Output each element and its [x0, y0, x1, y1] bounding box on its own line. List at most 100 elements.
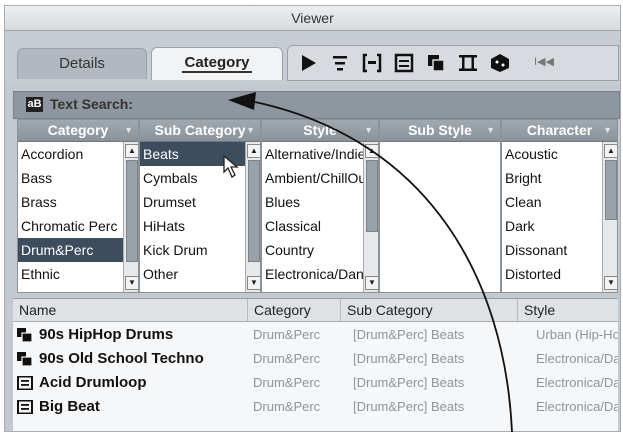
subcategory-column: Sub Category ▼ Beats Cymbals Drumset HiHa… — [139, 119, 261, 293]
scroll-up-icon[interactable]: ▲ — [365, 144, 378, 158]
table-row[interactable]: 90s HipHop Drums Drum&Perc [Drum&Perc] B… — [13, 323, 618, 347]
row-style: Urban (Hip-Hop) — [536, 327, 618, 342]
style-scrollbar[interactable]: ▲ ▼ — [363, 142, 378, 292]
row-style: Electronica/Dance — [536, 375, 618, 390]
scroll-thumb[interactable] — [605, 160, 617, 220]
list-item[interactable]: Brass — [18, 190, 124, 214]
bracket-icon[interactable] — [360, 51, 384, 75]
row-category: Drum&Perc — [253, 327, 321, 342]
list-item[interactable]: Accordion — [18, 142, 124, 166]
subcategory-scrollbar[interactable]: ▲ ▼ — [245, 142, 260, 292]
list-item-selected[interactable]: Drum&Perc — [18, 238, 124, 262]
style-header-label: Style — [303, 122, 337, 138]
column-icon[interactable] — [456, 51, 480, 75]
copy-icon[interactable] — [424, 51, 448, 75]
character-scrollbar[interactable]: ▲ ▼ — [602, 142, 617, 292]
row-category: Drum&Perc — [253, 351, 321, 366]
subcategory-column-header[interactable]: Sub Category ▼ — [140, 120, 260, 142]
list-item[interactable]: Chromatic Perc — [18, 214, 124, 238]
scroll-up-icon[interactable]: ▲ — [125, 144, 138, 158]
row-name: Acid Drumloop — [39, 374, 147, 391]
rewind-icon[interactable]: I◀◀ — [534, 55, 554, 68]
table-row[interactable]: Big Beat Drum&Perc [Drum&Perc] Beats Ele… — [13, 395, 618, 419]
scroll-down-icon[interactable]: ▼ — [365, 276, 378, 290]
category-header-label: Category — [47, 122, 109, 138]
row-subcategory: [Drum&Perc] Beats — [353, 351, 465, 366]
list-icon[interactable] — [392, 51, 416, 75]
results-header: Name Category Sub Category Style — [13, 299, 618, 322]
list-item[interactable]: Acoustic — [502, 142, 603, 166]
list-item[interactable]: Alternative/Indie — [262, 142, 364, 166]
scroll-thumb[interactable] — [248, 160, 260, 262]
list-item[interactable]: Classical — [262, 214, 364, 238]
list-item[interactable]: Electronica/Dance — [262, 262, 364, 286]
tab-category[interactable]: Category — [151, 47, 283, 80]
col-header-category[interactable]: Category — [248, 299, 341, 321]
text-search-bar[interactable]: aB Text Search: — [13, 91, 620, 119]
category-scrollbar[interactable]: ▲ ▼ — [123, 142, 138, 292]
row-category: Drum&Perc — [253, 375, 321, 390]
style-column: Style ▼ Alternative/Indie Ambient/ChillOu… — [261, 119, 379, 293]
character-header-label: Character — [526, 122, 593, 138]
loop-icon — [17, 376, 33, 390]
play-icon[interactable] — [296, 51, 320, 75]
col-header-subcategory[interactable]: Sub Category — [341, 299, 518, 321]
list-item[interactable]: Clean — [502, 190, 603, 214]
category-column-header[interactable]: Category ▼ — [18, 120, 138, 142]
list-item[interactable]: Country — [262, 238, 364, 262]
viewer-window: Viewer Details Category I◀◀ aB Text Sear… — [4, 5, 621, 432]
scroll-thumb[interactable] — [126, 160, 138, 262]
table-row[interactable]: 90s Old School Techno Drum&Perc [Drum&Pe… — [13, 347, 618, 371]
text-search-label: Text Search: — [50, 96, 133, 112]
tab-bar: Details Category I◀◀ — [5, 31, 620, 85]
list-item[interactable]: Bright — [502, 166, 603, 190]
row-subcategory: [Drum&Perc] Beats — [353, 399, 465, 414]
list-item[interactable]: Distorted — [502, 262, 603, 286]
tab-category-label: Category — [182, 54, 252, 73]
col-header-style[interactable]: Style — [518, 299, 618, 321]
list-item[interactable]: Bass — [18, 166, 124, 190]
character-column: Character ▼ Acoustic Bright Clean Dark Di… — [501, 119, 618, 293]
list-item[interactable]: Dissonant — [502, 238, 603, 262]
list-item[interactable]: Kick Drum — [140, 238, 246, 262]
row-category: Drum&Perc — [253, 399, 321, 414]
substyle-header-label: Sub Style — [408, 122, 472, 138]
category-column: Category ▼ Accordion Bass Brass Chromatic… — [17, 119, 139, 293]
window-title: Viewer — [5, 6, 620, 31]
tab-details[interactable]: Details — [17, 48, 147, 79]
scroll-up-icon[interactable]: ▲ — [247, 144, 260, 158]
text-search-icon: aB — [26, 97, 43, 112]
scroll-down-icon[interactable]: ▼ — [247, 276, 260, 290]
mouse-cursor-icon — [223, 154, 239, 178]
table-row[interactable]: Acid Drumloop Drum&Perc [Drum&Perc] Beat… — [13, 371, 618, 395]
loop-icon — [17, 400, 33, 414]
style-column-header[interactable]: Style ▼ — [262, 120, 378, 142]
substyle-column-header[interactable]: Sub Style ▼ — [380, 120, 500, 142]
list-item[interactable]: HiHats — [140, 214, 246, 238]
list-item[interactable]: Ambient/ChillOut — [262, 166, 364, 190]
col-header-name[interactable]: Name — [13, 299, 248, 321]
filter-icon[interactable] — [328, 51, 352, 75]
scroll-down-icon[interactable]: ▼ — [604, 276, 617, 290]
list-item[interactable]: Drumset — [140, 190, 246, 214]
row-name: 90s HipHop Drums — [39, 326, 174, 343]
row-name: Big Beat — [39, 398, 100, 415]
scroll-up-icon[interactable]: ▲ — [604, 144, 617, 158]
list-item[interactable]: Blues — [262, 190, 364, 214]
row-style: Electronica/Dance — [536, 351, 618, 366]
row-style: Electronica/Dance — [536, 399, 618, 414]
character-column-header[interactable]: Character ▼ — [502, 120, 617, 142]
list-item[interactable]: Other — [140, 262, 246, 286]
pattern-icon — [17, 352, 33, 366]
scroll-thumb[interactable] — [366, 160, 378, 232]
row-subcategory: [Drum&Perc] Beats — [353, 375, 465, 390]
substyle-column: Sub Style ▼ — [379, 119, 501, 293]
list-item[interactable]: Dark — [502, 214, 603, 238]
results-list: Name Category Sub Category Style 90s Hip… — [13, 298, 618, 431]
toolbar: I◀◀ — [287, 45, 619, 81]
pattern-icon — [17, 328, 33, 342]
list-item[interactable]: Ethnic — [18, 262, 124, 286]
scroll-down-icon[interactable]: ▼ — [125, 276, 138, 290]
row-name: 90s Old School Techno — [39, 350, 204, 367]
dice-icon[interactable] — [488, 51, 512, 75]
